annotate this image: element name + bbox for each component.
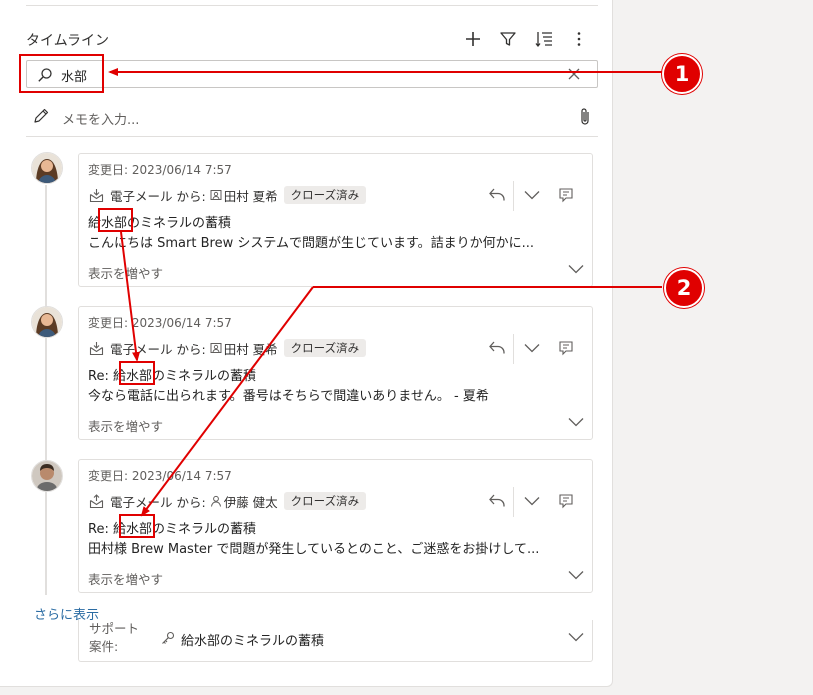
match-link-arrow (120, 231, 140, 362)
callout-2-arrow (140, 286, 314, 517)
callout-badge-1: 1 (662, 54, 702, 94)
callout-badge-2: 2 (664, 268, 704, 308)
annotation-arrows (108, 68, 662, 517)
